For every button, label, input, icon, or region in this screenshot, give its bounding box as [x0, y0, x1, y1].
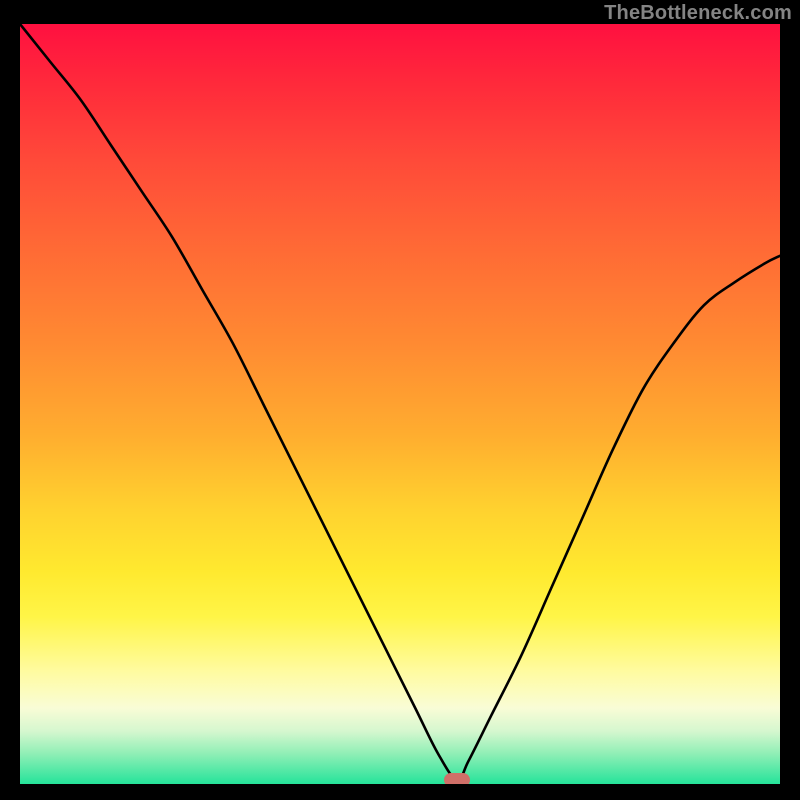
optimum-marker	[444, 773, 470, 784]
bottleneck-curve	[20, 24, 780, 784]
attribution-text: TheBottleneck.com	[604, 2, 792, 25]
chart-frame: TheBottleneck.com	[0, 0, 800, 800]
plot-area	[20, 24, 780, 784]
